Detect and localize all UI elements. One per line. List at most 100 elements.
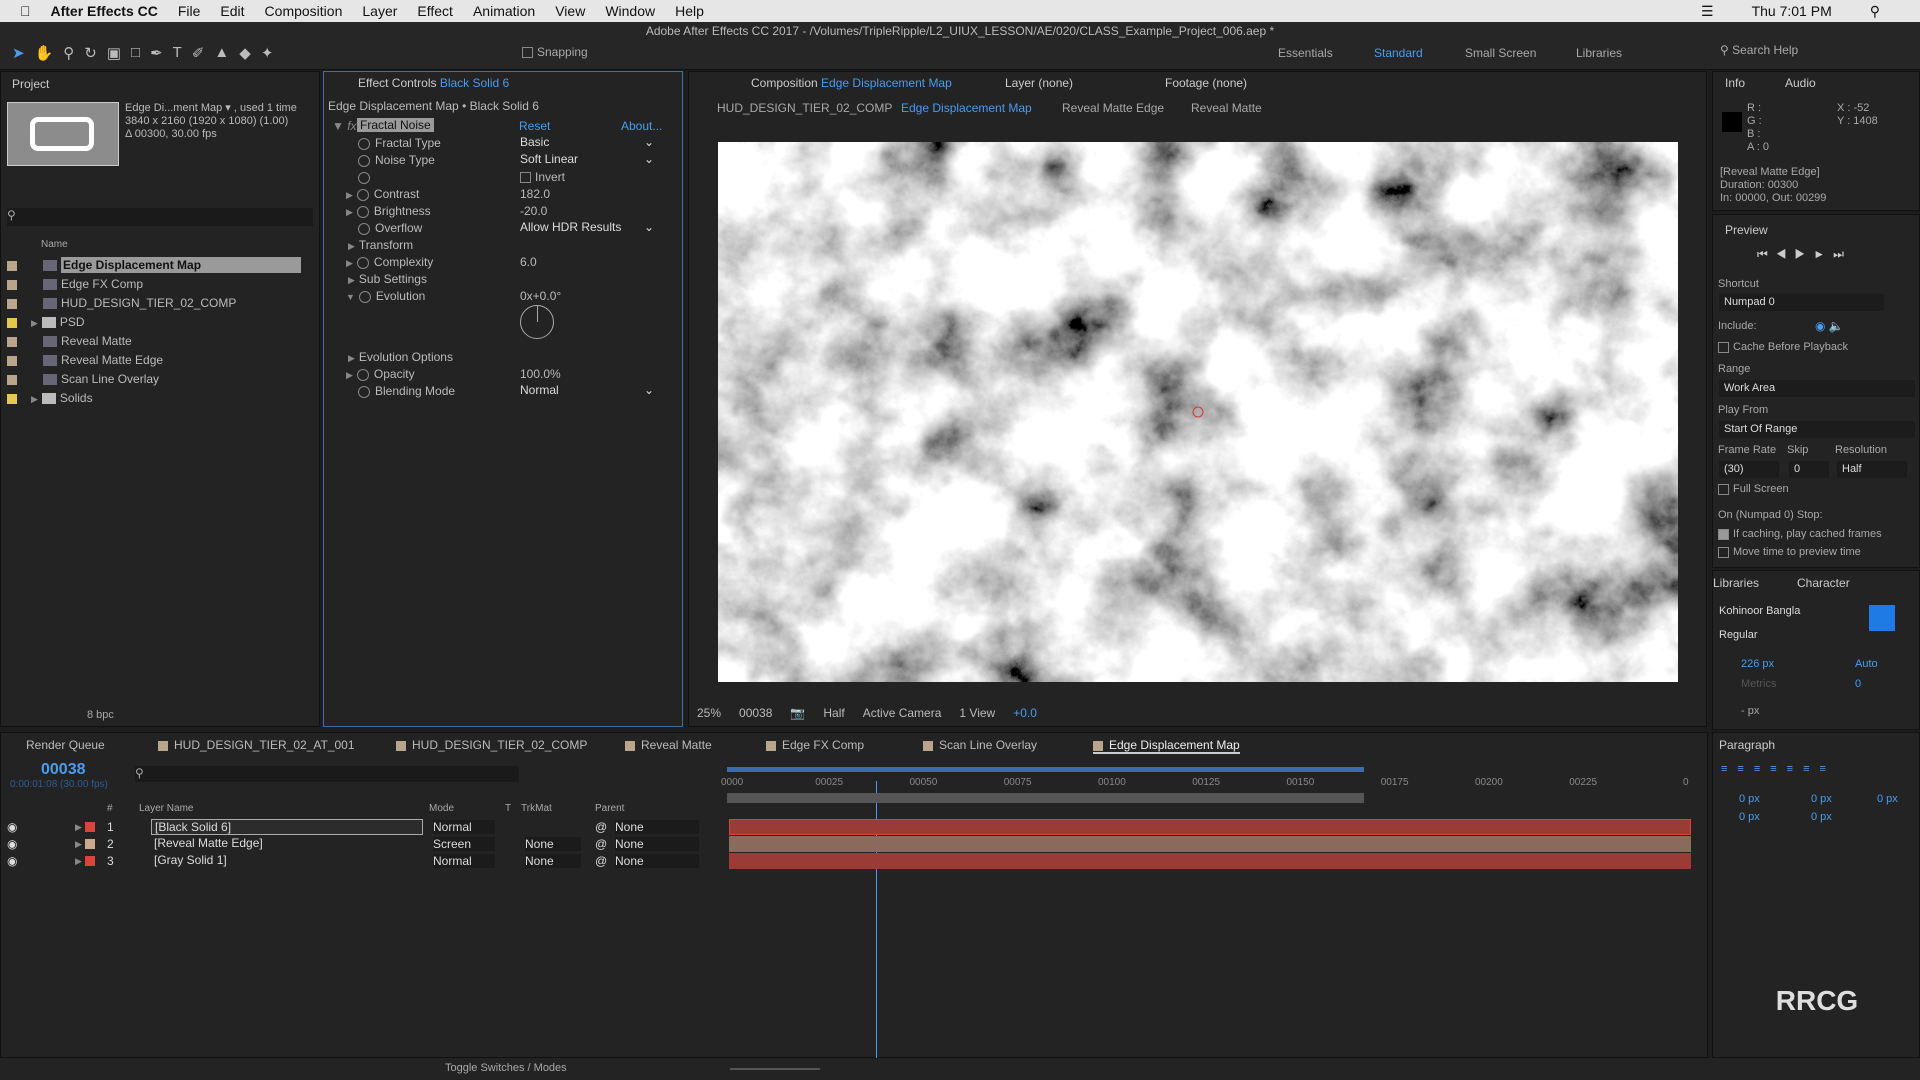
menu-composition[interactable]: Composition [265,3,343,19]
effect-name[interactable]: Fractal Noise [357,118,434,132]
camera-dropdown[interactable]: Active Camera [863,706,942,720]
col-name[interactable]: Name [41,239,68,250]
apple-icon[interactable]:  [20,3,31,19]
shortcut-dropdown[interactable]: Numpad 0 [1719,294,1884,311]
timeline-timecode[interactable]: 00038 [41,761,86,779]
menu-animation[interactable]: Animation [473,3,535,19]
expand-toggle[interactable]: ▶ [75,822,82,833]
toggle-switches-modes[interactable]: Toggle Switches / Modes [445,1062,567,1074]
effect-prop[interactable]: ▶ Opacity [346,367,415,381]
effect-controls-title[interactable]: Effect Controls Black Solid 6 [358,76,509,90]
camera-tool-icon[interactable]: ▣ [107,44,121,62]
effect-prop[interactable]: Blending Mode [346,384,455,398]
current-time[interactable]: 00038 [739,706,772,720]
timeline-tab[interactable]: Render Queue [26,738,105,752]
nav-reveal-matte-edge[interactable]: Reveal Matte Edge [1062,101,1164,115]
project-item[interactable]: ▶ Solids [1,391,319,409]
layer-row[interactable]: ◉ ▶ 3 [Gray Solid 1] Normal None @ None [1,853,721,870]
prop-value[interactable]: 6.0 [520,255,537,269]
menu-effect[interactable]: Effect [417,3,453,19]
evolution-dial[interactable] [520,305,554,339]
layer-row[interactable]: ◉ ▶ 2 [Reveal Matte Edge] Screen None @ … [1,836,721,853]
workspace-small-screen[interactable]: Small Screen [1465,46,1536,60]
tab-libraries[interactable]: Libraries [1713,576,1759,590]
effect-prop[interactable]: ▶ Complexity [346,255,433,269]
layer-duration-bar[interactable] [729,853,1691,869]
tab-layer[interactable]: Layer (none) [1005,76,1073,90]
prop-dropdown[interactable]: Soft Linear ⌄ [514,152,654,166]
effect-prop[interactable]: ▶ Brightness [346,204,431,218]
kerning[interactable]: Metrics [1741,678,1776,690]
effect-prop[interactable]: ▶ Transform [348,238,413,252]
fill-color-swatch[interactable] [1869,605,1895,631]
project-search-input[interactable]: ⚲ [7,208,313,226]
puppet-tool-icon[interactable]: ✦ [261,44,274,62]
tab-composition[interactable]: Composition Edge Displacement Map [751,76,952,90]
menu-view[interactable]: View [555,3,585,19]
mode-dropdown[interactable]: Normal [433,854,495,868]
spotlight-icon[interactable]: ⚲ [1870,3,1880,20]
effect-prop[interactable]: ▶ Contrast [346,187,419,201]
snapping-toggle[interactable]: Snapping [522,45,588,59]
layer-name[interactable]: [Black Solid 6] [151,819,423,835]
visibility-eye-icon[interactable]: ◉ [7,854,17,868]
parent-dropdown[interactable]: None [615,854,699,868]
visibility-eye-icon[interactable]: ◉ [7,837,17,851]
effect-prop[interactable]: Overflow [346,221,422,235]
tab-audio[interactable]: Audio [1785,76,1816,90]
effect-prop[interactable]: ▼ Evolution [346,289,425,303]
project-item[interactable]: Reveal Matte [1,334,319,352]
workspace-standard[interactable]: Standard [1374,46,1423,60]
include-video-audio-icons[interactable]: ◉ 🔈 [1815,319,1844,333]
nav-reveal-matte[interactable]: Reveal Matte [1191,101,1262,115]
nav-edge-displacement[interactable]: Edge Displacement Map [901,101,1032,115]
layer-name[interactable]: [Reveal Matte Edge] [151,836,266,850]
project-item[interactable]: Reveal Matte Edge [1,353,319,371]
effect-prop[interactable]: ▶ Sub Settings [348,272,427,286]
align-buttons[interactable]: ≡≡≡≡≡≡≡ [1721,763,1836,775]
layer-duration-bar[interactable] [729,836,1691,852]
zoom-tool-icon[interactable]: ⚲ [63,44,74,62]
timeline-tab[interactable]: Edge Displacement Map [1093,738,1240,754]
leading[interactable]: Auto [1855,658,1878,670]
parent-dropdown[interactable]: None [615,837,699,851]
prop-value[interactable]: 182.0 [520,187,550,201]
move-time-checkbox[interactable]: Move time to preview time [1718,546,1861,558]
app-menu[interactable]: After Effects CC [51,3,158,19]
pickwhip-icon[interactable]: @ [595,854,607,868]
shape-tool-icon[interactable]: □ [131,44,140,62]
expand-toggle[interactable]: ▶ [75,856,82,867]
effect-prop[interactable] [346,170,375,184]
font-style-dropdown[interactable]: Regular [1719,629,1758,641]
about-link[interactable]: About... [621,119,662,133]
project-item[interactable]: HUD_DESIGN_TIER_02_COMP [1,296,319,314]
selection-tool-icon[interactable]: ➤ [12,44,25,62]
font-family-dropdown[interactable]: Kohinoor Bangla [1719,605,1800,617]
bpc-label[interactable]: 8 bpc [87,709,114,721]
timeline-search-input[interactable]: ⚲ [135,766,519,782]
brush-tool-icon[interactable]: ✐ [192,44,205,62]
frame-rate-dropdown[interactable]: (30) [1719,461,1779,478]
prop-value[interactable]: 0x+0.0° [520,289,561,303]
expand-toggle[interactable]: ▶ [75,839,82,850]
layer-duration-bar[interactable] [729,819,1691,835]
menu-file[interactable]: File [178,3,201,19]
pickwhip-icon[interactable]: @ [595,820,607,834]
timeline-zoom-slider[interactable] [730,1068,820,1070]
fx-toggle[interactable]: ▼ fx [332,119,357,133]
eraser-tool-icon[interactable]: ◆ [239,44,251,62]
preview-title[interactable]: Preview [1725,223,1768,237]
stroke-width[interactable]: - px [1741,705,1759,717]
playback-controls[interactable]: ⏮◀▶►⏭ [1757,247,1852,262]
clock[interactable]: Thu 7:01 PM [1752,3,1832,20]
project-item[interactable]: Edge FX Comp [1,277,319,295]
paragraph-title[interactable]: Paragraph [1719,738,1775,752]
menu-edit[interactable]: Edit [220,3,244,19]
text-tool-icon[interactable]: T [173,44,182,62]
menu-layer[interactable]: Layer [362,3,397,19]
hand-tool-icon[interactable]: ✋ [35,44,54,62]
col-layer-name[interactable]: Layer Name [139,803,193,814]
composition-viewer[interactable] [718,142,1678,682]
menu-window[interactable]: Window [605,3,655,19]
layer-row[interactable]: ◉ ▶ 1 [Black Solid 6] Normal @ None [1,819,721,836]
